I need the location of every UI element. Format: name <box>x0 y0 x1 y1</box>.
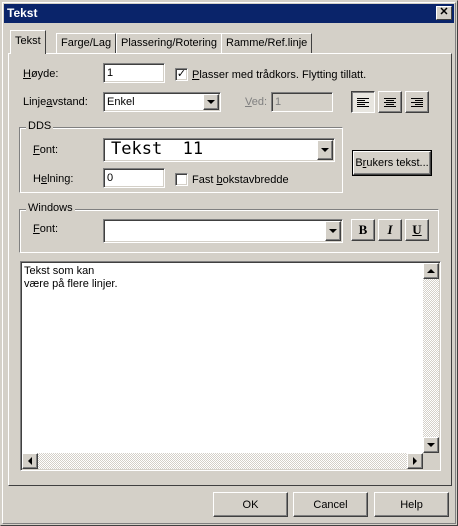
close-button[interactable]: ✕ <box>436 6 452 20</box>
slant-label: Helning: <box>33 173 74 185</box>
arrow-right-icon <box>413 457 417 465</box>
dds-font-label: Font: <box>33 144 59 156</box>
tab-label: Plassering/Rotering <box>121 37 217 49</box>
help-button-label: Help <box>400 498 423 511</box>
scroll-left-button[interactable] <box>22 453 38 469</box>
tab-ramme-ref-linje[interactable]: Ramme/Ref.linje <box>221 33 313 53</box>
line-spacing-value: Enkel <box>107 96 135 108</box>
windows-font-dropdown-button[interactable] <box>325 221 341 241</box>
dds-font-value: Tekst 11 <box>111 139 204 159</box>
arrow-down-icon <box>427 443 435 447</box>
horizontal-scrollbar[interactable] <box>22 453 423 469</box>
align-right-icon <box>411 97 423 107</box>
close-icon: ✕ <box>439 6 449 18</box>
bold-icon: B <box>358 222 368 237</box>
chevron-down-icon <box>321 148 329 152</box>
arrow-up-icon <box>427 269 435 273</box>
user-text-button[interactable]: Brukers tekst... <box>352 150 432 176</box>
help-button[interactable]: Help <box>374 492 449 517</box>
text-content-area[interactable]: Tekst som kan være på flere linjer. <box>20 261 441 471</box>
checkmark-icon: ✓ <box>176 68 187 80</box>
scroll-down-button[interactable] <box>423 437 439 453</box>
scroll-corner <box>423 453 439 469</box>
tab-label: Farge/Lag <box>61 37 112 49</box>
fixed-width-checkbox-label: Fast bokstavbredde <box>192 174 289 186</box>
height-label: Høyde: <box>23 68 59 80</box>
line-spacing-label: Linjeavstand: <box>23 96 88 108</box>
crosshair-checkbox[interactable]: ✓ <box>175 68 188 81</box>
align-left-icon <box>357 97 369 107</box>
line-spacing-dropdown-button[interactable] <box>203 94 219 110</box>
tab-plassering-rotering[interactable]: Plassering/Rotering <box>116 33 222 53</box>
ok-button[interactable]: OK <box>213 492 288 517</box>
tab-tekst[interactable]: Tekst <box>10 30 46 54</box>
text-content[interactable]: Tekst som kan være på flere linjer. <box>24 265 118 291</box>
italic-icon: I <box>387 222 393 237</box>
ok-button-label: OK <box>242 498 259 511</box>
chevron-down-icon <box>329 229 337 233</box>
tab-label: Tekst <box>15 35 41 47</box>
dds-font-select[interactable]: Tekst 11 <box>103 138 335 162</box>
italic-button[interactable]: I <box>378 219 402 241</box>
vertical-scrollbar[interactable] <box>423 263 439 453</box>
crosshair-checkbox-label: Plasser med trådkors. Flytting tillatt. <box>192 69 367 81</box>
tab-farge-lag[interactable]: Farge/Lag <box>56 33 117 53</box>
windows-font-select[interactable] <box>103 219 343 243</box>
fixed-width-checkbox[interactable] <box>175 173 188 186</box>
arrow-left-icon <box>28 457 32 465</box>
align-left-button[interactable] <box>351 91 375 113</box>
bold-button[interactable]: B <box>351 219 375 241</box>
align-center-icon <box>384 97 396 107</box>
underline-button[interactable]: U <box>405 219 429 241</box>
user-text-button-label: Brukers tekst... <box>355 157 429 169</box>
tab-label: Ramme/Ref.linje <box>226 37 308 49</box>
cancel-button-label: Cancel <box>313 498 348 511</box>
align-right-button[interactable] <box>405 91 429 113</box>
windows-font-label: Font: <box>33 223 59 235</box>
slant-input[interactable]: 0 <box>103 168 165 188</box>
windows-group-title: Windows <box>26 202 75 214</box>
line-spacing-select[interactable]: Enkel <box>103 92 221 112</box>
scroll-right-button[interactable] <box>407 453 423 469</box>
ved-input[interactable]: 1 <box>271 92 333 112</box>
ved-label: Ved: <box>245 96 268 108</box>
dds-font-dropdown-button[interactable] <box>317 140 333 160</box>
cancel-button[interactable]: Cancel <box>293 492 368 517</box>
title-bar[interactable]: Tekst ✕ <box>4 4 454 23</box>
scroll-up-button[interactable] <box>423 263 439 279</box>
underline-icon: U <box>412 222 422 237</box>
dialog-window: Tekst ✕ Tekst Farge/Lag Plassering/Roter… <box>0 0 458 526</box>
height-input[interactable]: 1 <box>103 63 165 83</box>
window-title: Tekst <box>7 6 38 20</box>
align-center-button[interactable] <box>378 91 402 113</box>
chevron-down-icon <box>207 100 215 104</box>
dds-group-title: DDS <box>26 120 54 132</box>
